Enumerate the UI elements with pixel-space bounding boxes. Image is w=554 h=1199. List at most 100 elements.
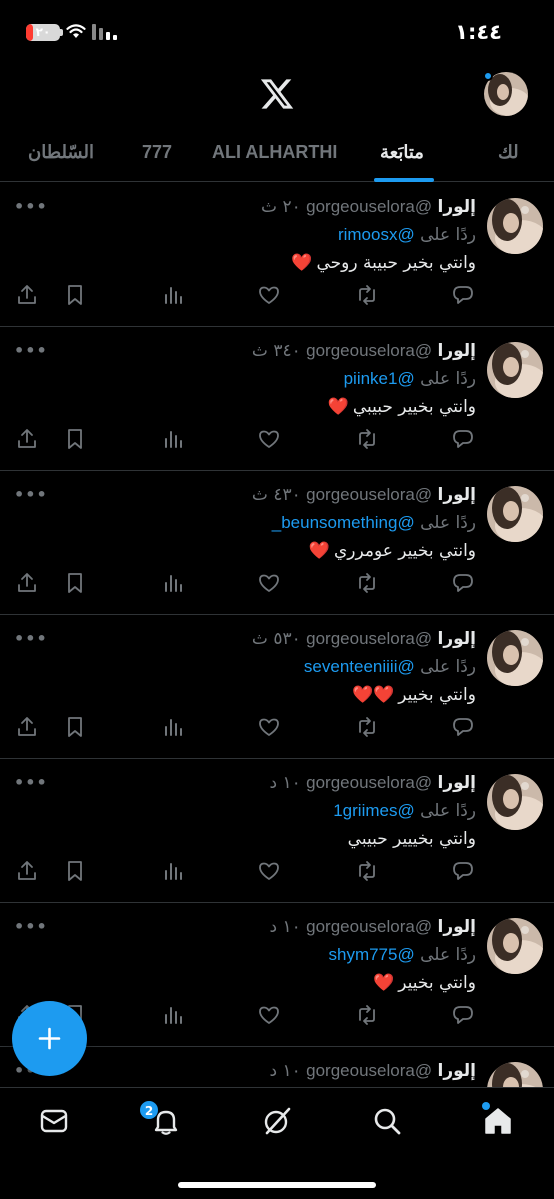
share-icon[interactable] — [15, 571, 39, 595]
tweet-actions — [0, 283, 554, 311]
share-icon[interactable] — [15, 427, 39, 451]
like-icon[interactable] — [257, 859, 281, 883]
author-handle[interactable]: @gorgeouselora — [306, 1061, 432, 1080]
tab-777[interactable]: 777 — [142, 142, 172, 163]
reply-mention-link[interactable]: @piinke1 — [344, 369, 415, 388]
tab-ali-alharthi[interactable]: ALI ALHARTHI — [212, 142, 337, 163]
mail-icon[interactable] — [39, 1106, 69, 1136]
reply-icon[interactable] — [451, 1003, 475, 1027]
author-name[interactable]: إلورا — [438, 197, 476, 217]
views-icon[interactable] — [161, 427, 185, 451]
author-handle[interactable]: @gorgeouselora — [306, 197, 432, 216]
views-icon[interactable] — [161, 1003, 185, 1027]
reply-mention-link[interactable]: @shym775 — [328, 945, 414, 964]
tweet-actions — [0, 427, 554, 455]
share-icon[interactable] — [15, 283, 39, 307]
author-handle[interactable]: @gorgeouselora — [306, 773, 432, 792]
reply-icon[interactable] — [451, 427, 475, 451]
author-avatar[interactable] — [487, 918, 543, 974]
retweet-icon[interactable] — [355, 1003, 379, 1027]
compose-post-button[interactable] — [12, 1001, 87, 1076]
reply-prefix: ردًا على — [420, 369, 476, 389]
author-name[interactable]: إلورا — [438, 485, 476, 505]
author-name[interactable]: إلورا — [438, 629, 476, 649]
reply-icon[interactable] — [451, 859, 475, 883]
like-icon[interactable] — [257, 571, 281, 595]
search-icon[interactable] — [372, 1106, 402, 1136]
author-handle[interactable]: @gorgeouselora — [306, 917, 432, 936]
author-handle[interactable]: @gorgeouselora — [306, 485, 432, 504]
more-options-icon[interactable]: ••• — [14, 341, 48, 360]
tweet-time: ١٠ د — [269, 773, 301, 793]
author-name[interactable]: إلورا — [438, 341, 476, 361]
like-icon[interactable] — [257, 715, 281, 739]
views-icon[interactable] — [161, 715, 185, 739]
reply-prefix: ردًا على — [420, 945, 476, 965]
home-icon[interactable] — [483, 1106, 513, 1136]
more-options-icon[interactable]: ••• — [14, 773, 48, 792]
views-icon[interactable] — [161, 283, 185, 307]
author-avatar[interactable] — [487, 1062, 543, 1087]
author-avatar[interactable] — [487, 198, 543, 254]
reply-icon[interactable] — [451, 715, 475, 739]
author-avatar[interactable] — [487, 630, 543, 686]
bookmark-icon[interactable] — [63, 283, 87, 307]
bookmark-icon[interactable] — [63, 571, 87, 595]
author-avatar[interactable] — [487, 342, 543, 398]
status-time: ١:٤٤ — [455, 20, 502, 44]
grok-icon[interactable] — [262, 1106, 292, 1136]
tweet-row[interactable]: ••• إلورا @gorgeouselora ٥٣٠ ث ردًا على @s… — [0, 615, 554, 759]
avatar-image — [487, 918, 543, 974]
reply-mention-link[interactable]: @seventeeniiii — [304, 657, 415, 676]
reply-icon[interactable] — [451, 283, 475, 307]
tweet-row[interactable]: ••• إلورا @gorgeouselora ٢٠ ث ردًا على @ri… — [0, 183, 554, 327]
reply-context: ردًا على @1griimes — [333, 801, 476, 821]
tweet-text-content: وانتي بخير حبيبة روحي — [316, 253, 477, 273]
timeline-feed[interactable]: ••• إلورا @gorgeouselora ٢٠ ث ردًا على @ri… — [0, 183, 554, 1087]
x-logo-icon[interactable] — [259, 76, 295, 112]
retweet-icon[interactable] — [355, 715, 379, 739]
retweet-icon[interactable] — [355, 859, 379, 883]
share-icon[interactable] — [15, 859, 39, 883]
views-icon[interactable] — [161, 571, 185, 595]
author-avatar[interactable] — [487, 486, 543, 542]
author-handle[interactable]: @gorgeouselora — [306, 341, 432, 360]
tweet-actions — [0, 715, 554, 743]
reply-mention-link[interactable]: @rimoosx — [338, 225, 415, 244]
tweet-row[interactable]: ••• إلورا @gorgeouselora ٣٤٠ ث ردًا على @p… — [0, 327, 554, 471]
reply-icon[interactable] — [451, 571, 475, 595]
more-options-icon[interactable]: ••• — [14, 485, 48, 504]
new-post-dot — [483, 71, 493, 81]
more-options-icon[interactable]: ••• — [14, 629, 48, 648]
tweet-row[interactable]: ••• إلورا @gorgeouselora ١٠ د ردًا على @1g… — [0, 759, 554, 903]
author-name[interactable]: إلورا — [438, 1061, 476, 1081]
tweet-text: وانتي بخيير❤️❤️ — [352, 685, 476, 705]
avatar-image — [487, 198, 543, 254]
author-name[interactable]: إلورا — [438, 773, 476, 793]
avatar-image — [487, 630, 543, 686]
more-options-icon[interactable]: ••• — [14, 197, 48, 216]
bookmark-icon[interactable] — [63, 427, 87, 451]
retweet-icon[interactable] — [355, 283, 379, 307]
like-icon[interactable] — [257, 283, 281, 307]
author-avatar[interactable] — [487, 774, 543, 830]
views-icon[interactable] — [161, 859, 185, 883]
heart-emoji: ❤️ — [308, 541, 330, 561]
reply-mention-link[interactable]: @1griimes — [333, 801, 415, 820]
share-icon[interactable] — [15, 715, 39, 739]
retweet-icon[interactable] — [355, 571, 379, 595]
bookmark-icon[interactable] — [63, 859, 87, 883]
more-options-icon[interactable]: ••• — [14, 917, 48, 936]
tab-following[interactable]: متابَعة — [380, 142, 424, 163]
reply-mention-link[interactable]: @beunsomething_ — [272, 513, 415, 532]
author-handle[interactable]: @gorgeouselora — [306, 629, 432, 648]
tab-alsultan[interactable]: السّلطان — [28, 142, 94, 163]
author-name[interactable]: إلورا — [438, 917, 476, 937]
tweet-row[interactable]: ••• إلورا @gorgeouselora ٤٣٠ ث ردًا على @b… — [0, 471, 554, 615]
tweet-header: إلورا @gorgeouselora ٣٤٠ ث — [252, 341, 476, 361]
tab-for-you[interactable]: لك — [498, 142, 519, 163]
like-icon[interactable] — [257, 427, 281, 451]
like-icon[interactable] — [257, 1003, 281, 1027]
bookmark-icon[interactable] — [63, 715, 87, 739]
retweet-icon[interactable] — [355, 427, 379, 451]
